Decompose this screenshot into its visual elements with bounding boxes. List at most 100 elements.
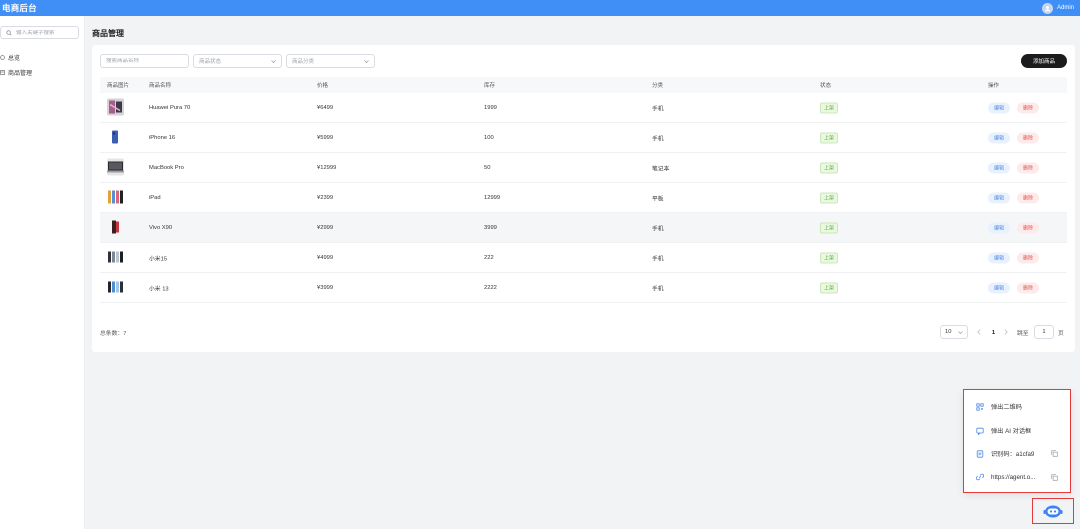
sidebar-item-overview[interactable]: 总览 bbox=[0, 52, 20, 62]
product-image bbox=[107, 188, 124, 207]
app-brand[interactable]: 电商后台 bbox=[2, 2, 37, 14]
product-category: 平板 bbox=[652, 196, 664, 202]
user-menu[interactable]: Admin bbox=[1041, 2, 1074, 14]
copy-icon[interactable] bbox=[1051, 450, 1058, 457]
delete-button[interactable]: 删除 bbox=[1017, 162, 1040, 173]
table-row[interactable]: Vivo X90 ¥2999 3999 手机 上架 编辑 删除 bbox=[100, 213, 1067, 243]
category-select[interactable]: 商品分类 bbox=[286, 54, 375, 68]
total-value: 7 bbox=[123, 331, 127, 337]
product-name: iPad bbox=[149, 194, 161, 201]
copy-icon[interactable] bbox=[1051, 473, 1058, 481]
column-header: 状态 bbox=[820, 83, 832, 89]
sidebar-item-label: 总览 bbox=[8, 55, 21, 62]
name-filter[interactable] bbox=[100, 54, 189, 68]
page-unit-label: 页 bbox=[1058, 330, 1064, 337]
chevron-left-icon bbox=[977, 329, 981, 335]
chevron-down-icon bbox=[364, 59, 369, 63]
identifier-item[interactable]: 识别码：a1cfa9 bbox=[976, 449, 1066, 458]
show-qr-code-item[interactable]: 弹出二维码 bbox=[976, 402, 1022, 411]
product-stock: 222 bbox=[484, 254, 494, 261]
search-icon bbox=[6, 29, 12, 36]
sidebar-item-products[interactable]: 商品管理 bbox=[0, 67, 32, 77]
delete-button[interactable]: 删除 bbox=[1017, 102, 1040, 113]
edit-button[interactable]: 编辑 bbox=[988, 132, 1011, 143]
delete-button[interactable]: 删除 bbox=[1017, 252, 1040, 263]
box-icon bbox=[0, 69, 5, 75]
product-thumbnail-icon bbox=[107, 128, 124, 145]
prev-page-button[interactable] bbox=[977, 325, 981, 339]
product-thumbnail-icon bbox=[107, 248, 124, 265]
column-header: 价格 bbox=[317, 83, 329, 89]
column-header: 操作 bbox=[988, 83, 1000, 89]
chevron-right-icon bbox=[1004, 329, 1008, 335]
product-stock: 3999 bbox=[484, 224, 497, 231]
table-row[interactable]: MacBook Pro ¥12999 50 笔记本 上架 编辑 删除 bbox=[100, 153, 1067, 183]
product-price: ¥4999 bbox=[317, 254, 334, 261]
product-thumbnail-icon bbox=[107, 158, 124, 175]
edit-button[interactable]: 编辑 bbox=[988, 102, 1011, 113]
table-row[interactable]: 小米 13 ¥3999 2222 手机 上架 编辑 删除 bbox=[100, 273, 1067, 303]
name-search-input[interactable] bbox=[106, 58, 183, 64]
top-bar: 电商后台 Admin bbox=[0, 0, 1080, 16]
edit-button[interactable]: 编辑 bbox=[988, 192, 1011, 203]
chat-icon bbox=[976, 427, 984, 435]
status-select[interactable]: 商品状态 bbox=[193, 54, 282, 68]
edit-button[interactable]: 编辑 bbox=[988, 252, 1011, 263]
id-card-icon bbox=[976, 449, 984, 458]
sidebar-search[interactable] bbox=[0, 26, 79, 39]
page-size-select[interactable]: 10 bbox=[940, 325, 968, 339]
agent-link-text: https://agent.o... bbox=[991, 473, 1036, 481]
product-price: ¥5999 bbox=[317, 134, 334, 141]
table-row[interactable]: iPhone 16 ¥5999 100 手机 上架 编辑 删除 bbox=[100, 123, 1067, 153]
product-image bbox=[107, 278, 124, 297]
product-stock: 50 bbox=[484, 164, 491, 171]
next-page-button[interactable] bbox=[1004, 325, 1008, 339]
jump-page-input[interactable]: 1 bbox=[1034, 325, 1054, 339]
status-select-placeholder: 商品状态 bbox=[199, 59, 222, 65]
delete-button[interactable]: 删除 bbox=[1017, 282, 1040, 293]
agent-bot-button[interactable] bbox=[1032, 498, 1074, 524]
column-header: 库存 bbox=[484, 83, 496, 89]
chevron-down-icon bbox=[958, 330, 963, 334]
sidebar-search-input[interactable] bbox=[16, 29, 76, 36]
agent-popup-menu: 弹出二维码 弹出 AI 对话框 识别码：a1cfa9 https://agent… bbox=[963, 389, 1071, 493]
table-row[interactable]: 小米15 ¥4999 222 手机 上架 编辑 删除 bbox=[100, 243, 1067, 273]
edit-button[interactable]: 编辑 bbox=[988, 162, 1011, 173]
status-badge: 上架 bbox=[820, 192, 839, 203]
table-row[interactable]: iPad ¥2399 12999 平板 上架 编辑 删除 bbox=[100, 183, 1067, 213]
agent-link-item[interactable]: https://agent.o... bbox=[976, 473, 1066, 481]
edit-button[interactable]: 编辑 bbox=[988, 282, 1011, 293]
product-image bbox=[107, 218, 124, 237]
product-category: 手机 bbox=[652, 136, 664, 142]
table-header: 商品图片 商品名称 价格 库存 分类 状态 操作 bbox=[100, 77, 1067, 93]
product-image bbox=[107, 98, 124, 117]
total-label: 总条数： bbox=[100, 331, 124, 337]
main-header: 商品管理 bbox=[92, 28, 124, 39]
product-name: 小米 13 bbox=[149, 286, 169, 292]
page-number-current[interactable]: 1 bbox=[988, 328, 999, 337]
product-thumbnail-icon bbox=[107, 218, 124, 235]
product-image bbox=[107, 158, 124, 177]
product-stock: 2222 bbox=[484, 284, 497, 291]
product-name: 小米15 bbox=[149, 256, 168, 262]
user-icon bbox=[1045, 5, 1050, 11]
product-price: ¥2399 bbox=[317, 194, 334, 201]
show-ai-chat-item[interactable]: 弹出 AI 对话框 bbox=[976, 426, 1031, 435]
edit-button[interactable]: 编辑 bbox=[988, 222, 1011, 233]
product-card: 商品状态 商品分类 添加商品 商品图片 商品名称 价格 库存 分类 状态 操作 … bbox=[92, 45, 1075, 352]
add-product-button[interactable]: 添加商品 bbox=[1021, 54, 1067, 68]
table-row[interactable]: Huawei Pura 70 ¥6499 1999 手机 上架 编辑 删除 bbox=[100, 93, 1067, 123]
delete-button[interactable]: 删除 bbox=[1017, 222, 1040, 233]
avatar[interactable] bbox=[1041, 2, 1053, 14]
delete-button[interactable]: 删除 bbox=[1017, 132, 1040, 143]
jump-label: 跳至 bbox=[1017, 330, 1029, 337]
chevron-down-icon bbox=[271, 59, 276, 63]
page-size-value: 10 bbox=[945, 329, 952, 335]
identifier-text: 识别码：a1cfa9 bbox=[991, 451, 1035, 458]
user-name[interactable]: Admin bbox=[1057, 5, 1074, 11]
product-name: iPhone 16 bbox=[149, 134, 176, 141]
delete-button[interactable]: 删除 bbox=[1017, 192, 1040, 203]
product-category: 手机 bbox=[652, 286, 664, 292]
popup-item-label: 弹出二维码 bbox=[991, 404, 1022, 411]
product-category: 手机 bbox=[652, 256, 664, 262]
